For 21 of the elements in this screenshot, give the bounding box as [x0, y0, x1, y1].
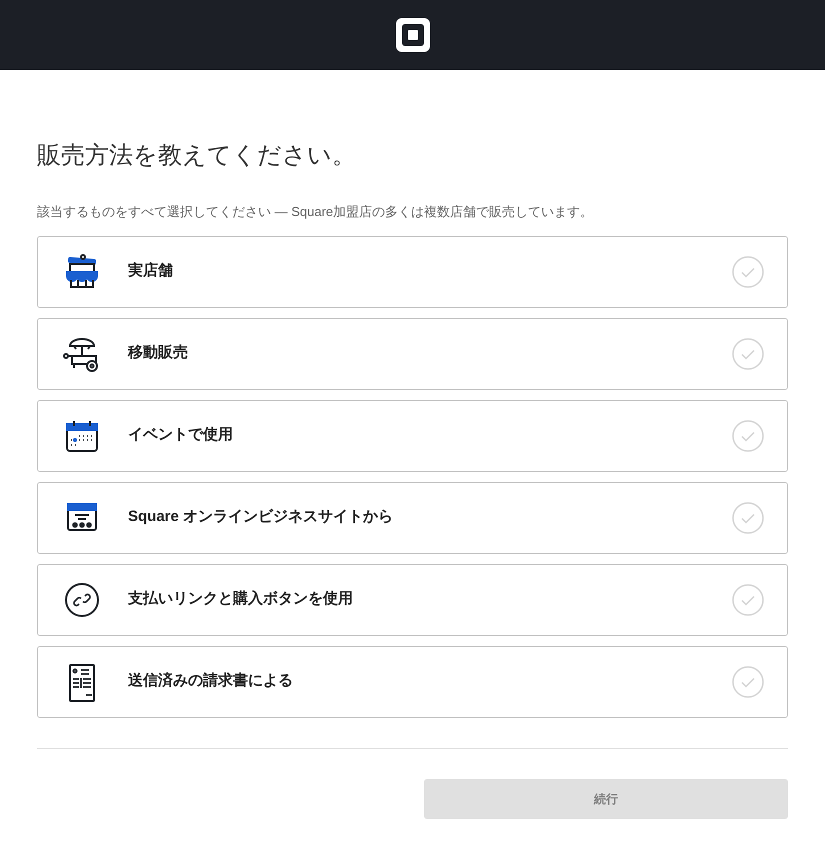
option-label: 実店舗 [128, 261, 174, 282]
option-label: Square オンラインビジネスサイトから [128, 507, 394, 528]
option-label: 送信済みの請求書による [128, 671, 294, 692]
option-card[interactable]: 実店舗 [37, 236, 788, 308]
option-label: 支払いリンクと購入ボタンを使用 [128, 589, 354, 610]
option-label: イベントで使用 [128, 425, 234, 446]
check-icon [732, 584, 764, 616]
subtitle: 該当するものをすべて選択してください — Square加盟店の多くは複数店舗で販売しています。 [37, 203, 594, 221]
logo-icon [396, 18, 430, 52]
check-icon [732, 666, 764, 698]
option-card[interactable]: イベントで使用 [37, 400, 788, 472]
check-icon [732, 420, 764, 452]
option-card[interactable]: Square オンラインビジネスサイトから [37, 482, 788, 554]
check-icon [732, 338, 764, 370]
option-card[interactable]: 移動販売 [37, 318, 788, 390]
option-card[interactable]: 支払いリンクと購入ボタンを使用 [37, 564, 788, 636]
check-icon [732, 502, 764, 534]
page-title: 販売方法を教えてください。 [37, 141, 357, 171]
option-card[interactable]: 送信済みの請求書による [37, 646, 788, 718]
check-icon [732, 256, 764, 288]
option-label: 移動販売 [128, 343, 189, 364]
